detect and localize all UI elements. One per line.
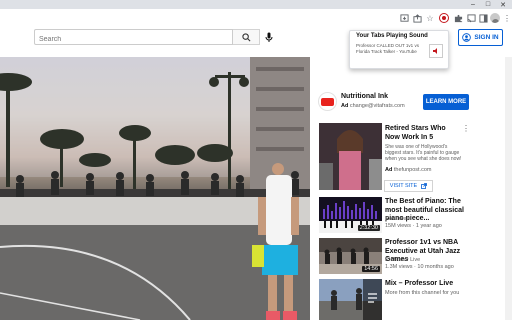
external-link-icon xyxy=(421,183,428,189)
mute-tab-button[interactable] xyxy=(429,44,443,58)
sign-in-label: SIGN IN xyxy=(474,34,499,41)
menu-dots-icon[interactable]: ⋮ xyxy=(501,12,512,24)
extensions-puzzle-icon[interactable] xyxy=(452,12,464,24)
video-channel: More from this channel for you xyxy=(385,290,460,296)
ad-meta: Ad change@vitafrats.com xyxy=(341,103,405,109)
cast-icon[interactable] xyxy=(465,12,477,24)
video-duration: 2:32:30 xyxy=(357,225,380,231)
share-icon[interactable] xyxy=(411,12,423,24)
account-icon xyxy=(462,33,472,42)
video-stats: 15M views · 1 year ago xyxy=(385,223,442,229)
promoted-ad-badge: Ad xyxy=(385,167,393,173)
more-actions-icon[interactable]: ⋮ xyxy=(462,124,470,133)
promoted-thumbnail[interactable] xyxy=(319,123,382,190)
popup-tab-item[interactable]: Professor CALLED OUT 1v1 vs Florida Trac… xyxy=(356,43,426,54)
advertiser-logo[interactable] xyxy=(318,92,337,111)
install-app-icon[interactable] xyxy=(398,12,410,24)
video-player[interactable] xyxy=(0,57,310,320)
search-input[interactable] xyxy=(34,29,233,45)
search-button[interactable] xyxy=(233,29,260,45)
ad-title[interactable]: Nutritional Ink xyxy=(341,93,388,100)
promoted-thumbnail-image xyxy=(319,123,382,190)
promoted-meta: Ad thefunpost.com xyxy=(385,167,431,174)
page-scrollbar[interactable] xyxy=(505,57,512,320)
voice-search-button[interactable] xyxy=(262,30,276,44)
browser-title-bar xyxy=(0,0,512,9)
video-stats: 1.3M views · 10 months ago xyxy=(385,264,454,270)
maximize-icon[interactable]: □ xyxy=(481,0,495,9)
promoted-source: thefunpost.com xyxy=(393,167,432,173)
mix-thumbnail[interactable] xyxy=(319,279,382,320)
video-frame xyxy=(0,57,310,320)
popup-title: Your Tabs Playing Sound xyxy=(356,33,428,39)
video-thumbnail[interactable]: 14:56 xyxy=(319,238,382,274)
video-thumbnail[interactable]: 2:32:30 xyxy=(319,197,382,233)
video-title[interactable]: Mix – Professor Live xyxy=(385,280,465,289)
tabs-playing-popup: Your Tabs Playing Sound Professor CALLED… xyxy=(349,30,449,69)
video-duration: 14:56 xyxy=(362,266,380,272)
sign-in-button[interactable]: SIGN IN xyxy=(458,29,503,46)
visit-site-label: VISIT SITE xyxy=(389,183,418,189)
learn-more-button[interactable]: LEARN MORE xyxy=(423,94,469,110)
sidepanel-icon[interactable] xyxy=(477,12,489,24)
profile-icon[interactable] xyxy=(489,12,501,24)
extension-tabs-playing-icon[interactable] xyxy=(438,12,450,24)
close-icon[interactable]: ✕ xyxy=(496,0,510,9)
mix-thumbnail-image xyxy=(319,279,382,320)
visit-site-button[interactable]: VISIT SITE xyxy=(384,180,433,192)
video-channel[interactable]: Rousseau xyxy=(385,216,410,223)
minimize-icon[interactable]: – xyxy=(466,0,480,9)
microphone-icon xyxy=(265,32,273,42)
search-icon xyxy=(241,32,250,41)
promoted-title[interactable]: Retired Stars Who Now Work In 5 xyxy=(385,125,462,142)
video-channel[interactable]: Professor Live xyxy=(385,257,420,264)
speaker-icon xyxy=(433,48,437,54)
ad-badge: Ad xyxy=(341,103,349,109)
promoted-description: She was one of Hollywood's biggest stars… xyxy=(385,144,462,162)
star-icon[interactable]: ☆ xyxy=(424,12,436,24)
ad-domain: change@vitafrats.com xyxy=(349,103,405,109)
